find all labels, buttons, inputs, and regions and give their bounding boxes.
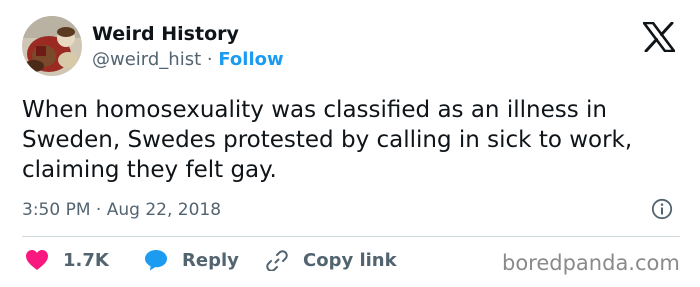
heart-icon xyxy=(26,250,48,270)
author-handle-row: @weird_hist · Follow xyxy=(92,49,284,70)
speech-bubble-icon xyxy=(145,250,167,271)
tweet-card: Weird History @weird_hist · Follow When … xyxy=(0,0,700,287)
info-icon[interactable] xyxy=(651,198,673,220)
watermark: boredpanda.com xyxy=(502,251,680,275)
like-button[interactable]: 1.7K xyxy=(25,249,109,271)
avatar-image xyxy=(22,16,82,76)
avatar[interactable] xyxy=(22,16,82,76)
follow-button[interactable]: Follow xyxy=(218,49,283,70)
reply-label: Reply xyxy=(182,249,239,271)
divider xyxy=(22,236,680,237)
tweet-date[interactable]: Aug 22, 2018 xyxy=(107,200,221,220)
link-icon xyxy=(266,250,288,271)
tweet-time[interactable]: 3:50 PM xyxy=(22,200,91,220)
tweet-meta[interactable]: 3:50 PM · Aug 22, 2018 xyxy=(22,200,221,220)
x-logo-icon[interactable] xyxy=(643,22,675,52)
like-count: 1.7K xyxy=(63,249,109,271)
handle-separator: · xyxy=(206,49,213,70)
tweet-text: When homosexuality was classified as an … xyxy=(22,97,633,183)
copy-link-label: Copy link xyxy=(303,249,397,271)
author-name[interactable]: Weird History xyxy=(92,23,239,45)
reply-button[interactable]: Reply xyxy=(144,249,239,271)
author-handle[interactable]: @weird_hist xyxy=(92,49,201,70)
copy-link-button[interactable]: Copy link xyxy=(265,249,397,271)
meta-separator: · xyxy=(95,200,102,220)
